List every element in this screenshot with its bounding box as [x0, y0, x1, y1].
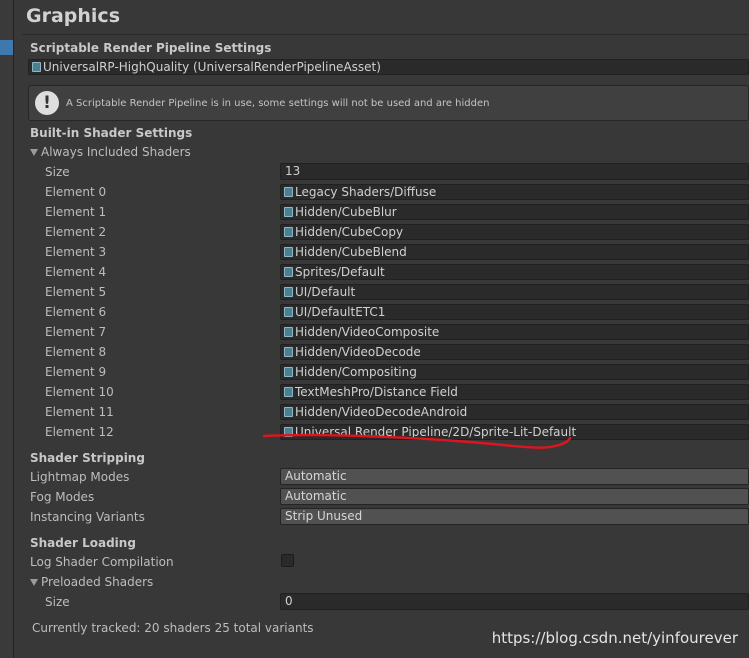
element-label: Element 3 [45, 245, 107, 259]
shader-name: Hidden/VideoComposite [295, 325, 440, 339]
element-label: Element 7 [45, 325, 107, 339]
shader-object-field[interactable]: Hidden/CubeCopy [280, 224, 749, 240]
srp-heading: Scriptable Render Pipeline Settings [30, 41, 272, 55]
always-included-label: Always Included Shaders [41, 145, 191, 159]
tracked-shaders-text: Currently tracked: 20 shaders 25 total v… [32, 621, 314, 635]
shader-name: Hidden/VideoDecode [295, 345, 421, 359]
help-box: ! A Scriptable Render Pipeline is in use… [28, 85, 749, 121]
shader-name: Hidden/CubeBlur [295, 205, 397, 219]
shader-icon [284, 367, 293, 377]
watermark-text: https://blog.csdn.net/yinfourever [491, 629, 738, 647]
warning-icon: ! [35, 91, 59, 115]
shader-name: Hidden/Compositing [295, 365, 417, 379]
element-label: Element 2 [45, 225, 107, 239]
shader-icon [284, 287, 293, 297]
shader-name: UI/DefaultETC1 [295, 305, 386, 319]
element-label: Element 1 [45, 205, 107, 219]
element-label: Element 6 [45, 305, 107, 319]
page-title: Graphics [26, 5, 120, 27]
shader-object-field[interactable]: Sprites/Default [280, 264, 749, 280]
stripping-label: Fog Modes [30, 490, 95, 504]
shader-object-field[interactable]: Hidden/CubeBlend [280, 244, 749, 260]
shader-name: TextMeshPro/Distance Field [295, 385, 458, 399]
shader-icon [284, 307, 293, 317]
shader-object-field[interactable]: TextMeshPro/Distance Field [280, 384, 749, 400]
foldout-expanded-icon [30, 149, 38, 156]
element-label: Element 4 [45, 265, 107, 279]
log-shader-compilation-label: Log Shader Compilation [30, 555, 174, 569]
size-field[interactable]: 13 [280, 163, 749, 180]
preloaded-shaders-foldout[interactable]: Preloaded Shaders [30, 575, 153, 589]
shader-icon [284, 267, 293, 277]
stripping-dropdown[interactable]: Automatic [280, 488, 749, 505]
element-label: Element 12 [45, 425, 114, 439]
shader-name: Sprites/Default [295, 265, 385, 279]
element-label: Element 9 [45, 365, 107, 379]
shader-object-field[interactable]: Universal Render Pipeline/2D/Sprite-Lit-… [280, 424, 749, 440]
shader-icon [284, 407, 293, 417]
foldout-expanded-icon [30, 579, 38, 586]
stripping-heading: Shader Stripping [30, 451, 145, 465]
shader-name: Hidden/CubeBlend [295, 245, 407, 259]
stripping-label: Lightmap Modes [30, 470, 130, 484]
shader-icon [284, 387, 293, 397]
log-shader-compilation-checkbox[interactable] [281, 554, 294, 567]
shader-icon [284, 347, 293, 357]
preloaded-size-label: Size [45, 595, 70, 609]
element-label: Element 0 [45, 185, 107, 199]
loading-heading: Shader Loading [30, 536, 136, 550]
shader-object-field[interactable]: Hidden/CubeBlur [280, 204, 749, 220]
graphics-settings-panel: Graphics Scriptable Render Pipeline Sett… [14, 0, 749, 658]
always-included-foldout[interactable]: Always Included Shaders [30, 145, 191, 159]
hierarchy-strip [0, 0, 14, 658]
shader-object-field[interactable]: Hidden/VideoDecodeAndroid [280, 404, 749, 420]
shader-icon [284, 247, 293, 257]
shader-icon [284, 187, 293, 197]
stripping-label: Instancing Variants [30, 510, 145, 524]
shader-object-field[interactable]: Hidden/VideoDecode [280, 344, 749, 360]
element-label: Element 10 [45, 385, 114, 399]
shader-object-field[interactable]: Hidden/VideoComposite [280, 324, 749, 340]
shader-icon [284, 227, 293, 237]
title-divider [22, 34, 749, 35]
shader-object-field[interactable]: UI/DefaultETC1 [280, 304, 749, 320]
preloaded-size-field[interactable]: 0 [280, 593, 749, 610]
shader-name: UI/Default [295, 285, 356, 299]
shader-name: Legacy Shaders/Diffuse [295, 185, 437, 199]
stripping-dropdown[interactable]: Strip Unused [280, 508, 749, 525]
selected-category-marker [0, 40, 13, 55]
shader-object-field[interactable]: Legacy Shaders/Diffuse [280, 184, 749, 200]
preloaded-shaders-label: Preloaded Shaders [41, 575, 154, 589]
shader-name: Hidden/VideoDecodeAndroid [295, 405, 468, 419]
shader-object-field[interactable]: UI/Default [280, 284, 749, 300]
stripping-dropdown[interactable]: Automatic [280, 468, 749, 485]
shader-icon [284, 207, 293, 217]
size-label: Size [45, 165, 70, 179]
shader-object-field[interactable]: Hidden/Compositing [280, 364, 749, 380]
element-label: Element 11 [45, 405, 114, 419]
help-text: A Scriptable Render Pipeline is in use, … [66, 98, 490, 109]
shader-name: Hidden/CubeCopy [295, 225, 404, 239]
shader-name: Universal Render Pipeline/2D/Sprite-Lit-… [295, 425, 577, 439]
render-pipeline-asset-icon [32, 62, 41, 72]
shader-icon [284, 327, 293, 337]
shader-icon [284, 427, 293, 437]
srp-asset-field[interactable]: UniversalRP-HighQuality (UniversalRender… [28, 59, 749, 75]
builtin-heading: Built-in Shader Settings [30, 126, 193, 140]
element-label: Element 5 [45, 285, 107, 299]
srp-asset-value: UniversalRP-HighQuality (UniversalRender… [43, 60, 381, 74]
element-label: Element 8 [45, 345, 107, 359]
